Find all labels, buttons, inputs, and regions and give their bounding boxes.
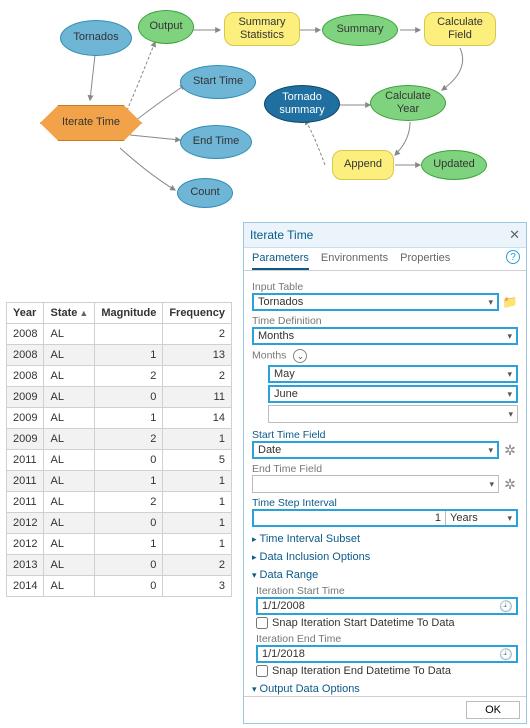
- col-magnitude[interactable]: Magnitude: [95, 303, 163, 324]
- node-count[interactable]: Count: [177, 178, 233, 208]
- table-row[interactable]: 2009AL114: [7, 408, 232, 429]
- node-iterate-time[interactable]: Iterate Time: [40, 105, 142, 141]
- dialog-footer: OK: [244, 696, 526, 723]
- node-calc-year[interactable]: Calculate Year: [370, 85, 446, 121]
- node-calc-field[interactable]: Calculate Field: [424, 12, 496, 46]
- node-summary[interactable]: Summary: [322, 14, 398, 46]
- table-row[interactable]: 2011AL21: [7, 492, 232, 513]
- node-summary-stats[interactable]: Summary Statistics: [224, 12, 300, 46]
- snap-start-checkbox[interactable]: [256, 617, 268, 629]
- table-row[interactable]: 2008AL22: [7, 366, 232, 387]
- node-tornados[interactable]: Tornados: [60, 20, 132, 56]
- month-select-2[interactable]: June: [268, 385, 518, 403]
- end-time-field-select[interactable]: [252, 475, 499, 493]
- label-iter-end: Iteration End Time: [256, 633, 518, 645]
- dialog-titlebar: Iterate Time ✕: [244, 223, 526, 248]
- table-row[interactable]: 2009AL011: [7, 387, 232, 408]
- node-append[interactable]: Append: [332, 150, 394, 180]
- table-row[interactable]: 2011AL05: [7, 450, 232, 471]
- snap-end-checkbox[interactable]: [256, 665, 268, 677]
- node-tornado-summary[interactable]: Tornado summary: [264, 85, 340, 123]
- start-time-field-select[interactable]: Date: [252, 441, 499, 459]
- col-frequency[interactable]: Frequency: [163, 303, 232, 324]
- col-state[interactable]: State▲: [44, 303, 95, 324]
- label-input-table: Input Table: [252, 281, 518, 293]
- time-step-unit-select[interactable]: Years: [446, 511, 516, 525]
- label-snap-start: Snap Iteration Start Datetime To Data: [272, 617, 455, 629]
- expand-months-icon[interactable]: ⌄: [293, 349, 307, 363]
- section-time-interval-subset[interactable]: ▸Time Interval Subset: [252, 533, 518, 545]
- ok-button[interactable]: OK: [466, 701, 520, 719]
- iterate-time-dialog: Iterate Time ✕ Parameters Environments P…: [243, 222, 527, 724]
- col-year[interactable]: Year: [7, 303, 44, 324]
- label-iter-start: Iteration Start Time: [256, 585, 518, 597]
- label-end-time-field: End Time Field: [252, 463, 518, 475]
- time-step-value[interactable]: 1: [254, 511, 446, 525]
- close-icon[interactable]: ✕: [509, 227, 520, 243]
- label-start-time-field: Start Time Field: [252, 429, 518, 441]
- tab-environments[interactable]: Environments: [321, 252, 388, 270]
- clock-icon[interactable]: 🕘: [499, 600, 513, 613]
- table-row[interactable]: 2012AL01: [7, 513, 232, 534]
- node-end-time[interactable]: End Time: [180, 125, 252, 159]
- sort-asc-icon: ▲: [79, 308, 88, 318]
- node-output[interactable]: Output: [138, 10, 194, 44]
- clock-icon-2[interactable]: 🕘: [499, 648, 513, 661]
- label-time-definition: Time Definition: [252, 315, 518, 327]
- tab-parameters[interactable]: Parameters: [252, 252, 309, 270]
- table-header-row: Year State▲ Magnitude Frequency: [7, 303, 232, 324]
- chevron-right-icon: ▸: [252, 534, 257, 545]
- chevron-down-icon: ▾: [252, 684, 257, 695]
- chevron-down-icon: ▾: [252, 570, 257, 581]
- time-step-input[interactable]: 1 Years: [252, 509, 518, 527]
- tab-properties[interactable]: Properties: [400, 252, 450, 270]
- browse-folder-icon[interactable]: 📁: [502, 294, 518, 310]
- node-updated[interactable]: Updated: [421, 150, 487, 180]
- gear-icon-2[interactable]: ✲: [502, 476, 518, 492]
- chevron-right-icon: ▸: [252, 552, 257, 563]
- label-snap-end: Snap Iteration End Datetime To Data: [272, 665, 451, 677]
- table-row[interactable]: 2011AL11: [7, 471, 232, 492]
- month-select-1[interactable]: May: [268, 365, 518, 383]
- section-output-data-options[interactable]: ▾Output Data Options: [252, 683, 518, 695]
- help-icon[interactable]: ?: [506, 250, 520, 264]
- table-row[interactable]: 2008AL2: [7, 324, 232, 345]
- table-row[interactable]: 2008AL113: [7, 345, 232, 366]
- dialog-body: Input Table Tornados 📁 Time Definition M…: [244, 271, 526, 696]
- gear-icon[interactable]: ✲: [502, 442, 518, 458]
- label-months: Months ⌄: [252, 349, 518, 363]
- table-row[interactable]: 2013AL02: [7, 555, 232, 576]
- model-diagram: Tornados Iterate Time Output Start Time …: [0, 0, 530, 220]
- results-table: Year State▲ Magnitude Frequency 2008AL22…: [6, 302, 232, 597]
- section-data-range[interactable]: ▾Data Range: [252, 569, 518, 581]
- month-select-empty[interactable]: [268, 405, 518, 423]
- time-definition-select[interactable]: Months: [252, 327, 518, 345]
- table-row[interactable]: 2009AL21: [7, 429, 232, 450]
- dialog-title: Iterate Time: [250, 228, 313, 242]
- iteration-end-input[interactable]: 1/1/2018 🕘: [256, 645, 518, 663]
- label-time-step-interval: Time Step Interval: [252, 497, 518, 509]
- node-start-time[interactable]: Start Time: [180, 65, 256, 99]
- table-row[interactable]: 2014AL03: [7, 576, 232, 597]
- dialog-tabs: Parameters Environments Properties ?: [244, 248, 526, 271]
- input-table-select[interactable]: Tornados: [252, 293, 499, 311]
- table-row[interactable]: 2012AL11: [7, 534, 232, 555]
- section-data-inclusion[interactable]: ▸Data Inclusion Options: [252, 551, 518, 563]
- iteration-start-input[interactable]: 1/1/2008 🕘: [256, 597, 518, 615]
